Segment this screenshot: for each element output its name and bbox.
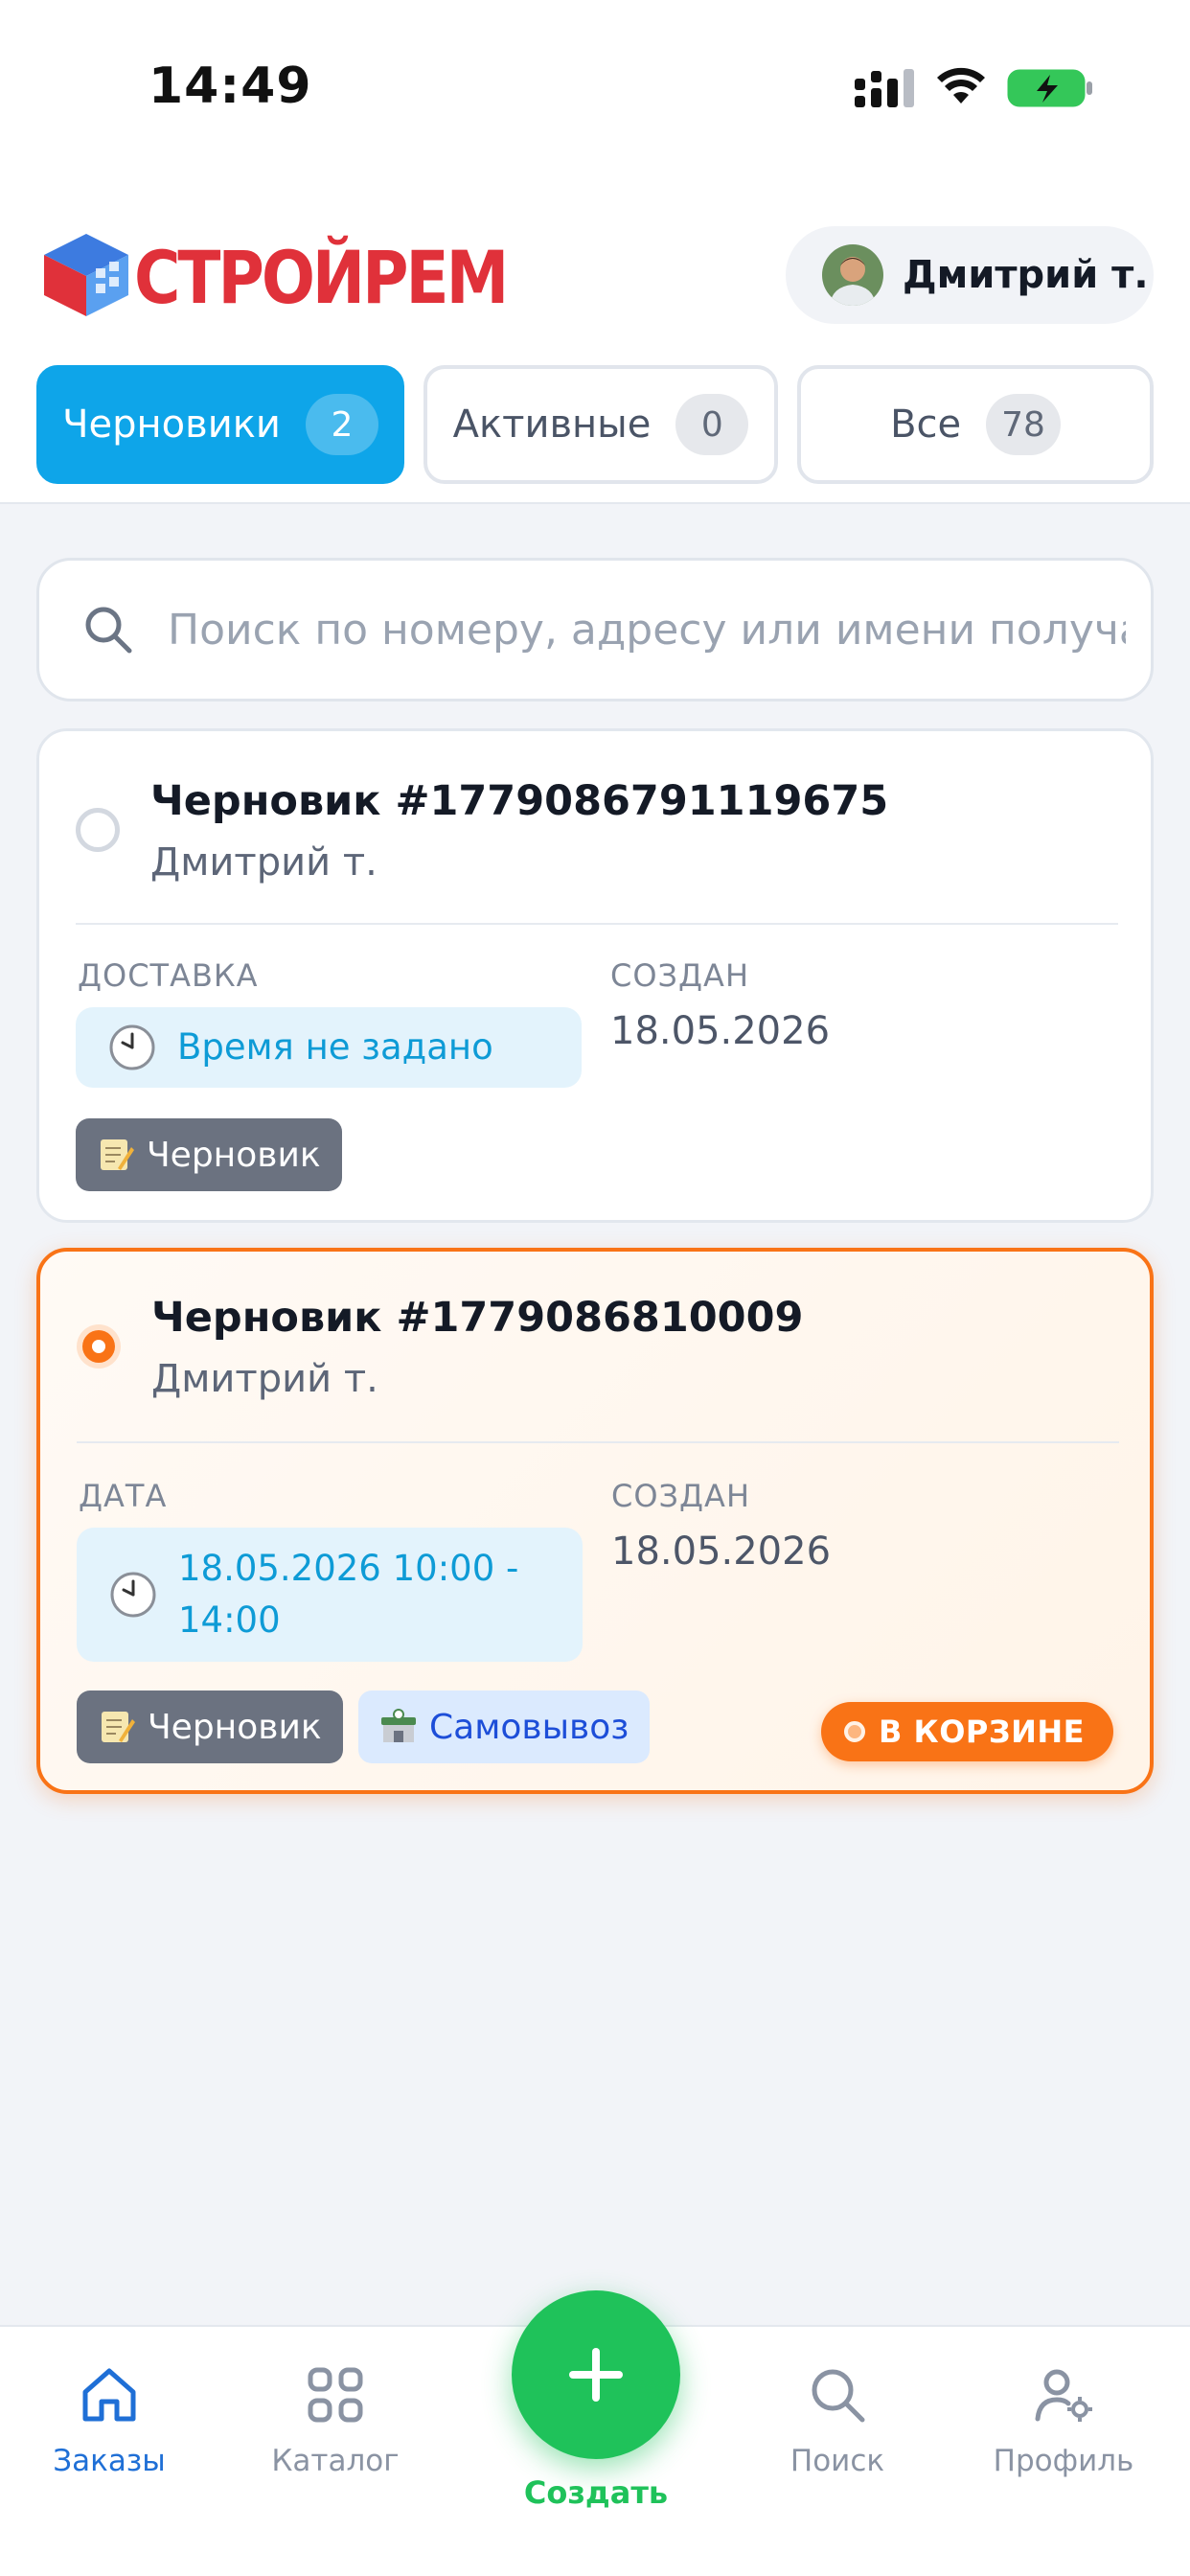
search-input[interactable] <box>168 605 1126 655</box>
delivery-time-box: 18.05.2026 10:00 - 14:00 <box>77 1528 583 1662</box>
order-title: Черновик #1779086810009 <box>151 1294 804 1342</box>
brand-logo: СТРОЙРЕМ <box>40 230 509 321</box>
order-card-selected[interactable]: Черновик #1779086810009 Дмитрий т. ДАТА … <box>36 1248 1154 1794</box>
tab-count-badge: 2 <box>305 394 378 455</box>
store-icon <box>381 1709 416 1742</box>
cellular-signal-icon <box>855 69 914 107</box>
created-date: 18.05.2026 <box>610 1009 831 1053</box>
order-customer: Дмитрий т. <box>150 840 378 885</box>
user-profile-chip[interactable]: Дмитрий т. <box>786 226 1154 324</box>
delivery-time-text: 18.05.2026 10:00 - 14:00 <box>178 1548 519 1641</box>
search-bar[interactable] <box>36 558 1154 702</box>
memo-icon <box>101 1139 134 1170</box>
plus-icon <box>569 2348 623 2402</box>
nav-label: Каталог <box>271 2444 400 2478</box>
clock-icon <box>109 1024 155 1070</box>
grid-icon <box>308 2367 363 2423</box>
nav-label: Поиск <box>790 2444 885 2478</box>
brand-name: СТРОЙРЕМ <box>134 236 509 321</box>
wifi-icon <box>937 67 985 104</box>
in-cart-badge: В КОРЗИНЕ <box>821 1702 1113 1761</box>
created-label: СОЗДАН <box>610 957 749 994</box>
nav-search[interactable]: Поиск <box>742 2363 933 2478</box>
order-select-radio[interactable] <box>77 1324 121 1368</box>
tab-drafts[interactable]: Черновики 2 <box>36 365 404 484</box>
user-photo-icon <box>822 244 883 306</box>
pickup-chip-label: Самовывоз <box>429 1707 629 1747</box>
status-chip-label: Черновик <box>147 1135 321 1175</box>
create-label[interactable]: Создать <box>500 2474 692 2511</box>
clock-icon <box>110 1572 156 1618</box>
user-name: Дмитрий т. <box>903 253 1149 297</box>
card-divider <box>76 923 1118 925</box>
delivery-time-text: Время не задано <box>177 1026 493 1068</box>
card-divider <box>77 1441 1119 1443</box>
tab-all[interactable]: Все 78 <box>797 365 1154 484</box>
order-customer: Дмитрий т. <box>151 1357 378 1401</box>
search-icon <box>812 2369 865 2423</box>
avatar <box>822 244 883 306</box>
tab-count-badge: 78 <box>986 394 1061 455</box>
tab-active[interactable]: Активные 0 <box>423 365 778 484</box>
nav-orders[interactable]: Заказы <box>13 2363 205 2478</box>
nav-label: Профиль <box>993 2444 1134 2478</box>
brand-cube-icon <box>44 234 128 316</box>
delivery-label: ДОСТАВКА <box>78 957 259 994</box>
nav-profile[interactable]: Профиль <box>968 2363 1159 2478</box>
tab-label: Активные <box>452 402 652 447</box>
pickup-chip: Самовывоз <box>358 1690 651 1763</box>
created-label: СОЗДАН <box>611 1478 750 1514</box>
search-icon <box>85 607 132 654</box>
tab-label: Все <box>890 402 962 447</box>
battery-charging-icon <box>1007 69 1092 107</box>
create-order-button[interactable] <box>512 2290 680 2459</box>
memo-icon <box>102 1712 135 1742</box>
created-date: 18.05.2026 <box>611 1530 832 1574</box>
home-icon <box>82 2368 136 2422</box>
order-select-radio[interactable] <box>76 808 120 852</box>
orders-screen: 14:49 СТРОЙРЕМ Дмитрий т. Черновики 2 Ак… <box>0 0 1190 2576</box>
in-cart-label: В КОРЗИНЕ <box>879 1714 1085 1750</box>
date-label: ДАТА <box>79 1478 168 1514</box>
cart-dot-icon <box>844 1721 865 1742</box>
nav-label: Заказы <box>53 2444 166 2478</box>
status-chip-label: Черновик <box>148 1707 322 1747</box>
status-chip-draft: Черновик <box>76 1118 342 1191</box>
profile-settings-icon <box>1035 2369 1092 2422</box>
tab-label: Черновики <box>62 402 281 447</box>
order-card[interactable]: Черновик #1779086791119675 Дмитрий т. ДО… <box>36 728 1154 1223</box>
delivery-time-box: Время не задано <box>76 1007 582 1088</box>
tab-count-badge: 0 <box>675 394 749 455</box>
status-chip-draft: Черновик <box>77 1690 343 1763</box>
status-time: 14:49 <box>149 58 312 115</box>
order-title: Черновик #1779086791119675 <box>150 777 889 825</box>
nav-catalog[interactable]: Каталог <box>240 2363 431 2478</box>
